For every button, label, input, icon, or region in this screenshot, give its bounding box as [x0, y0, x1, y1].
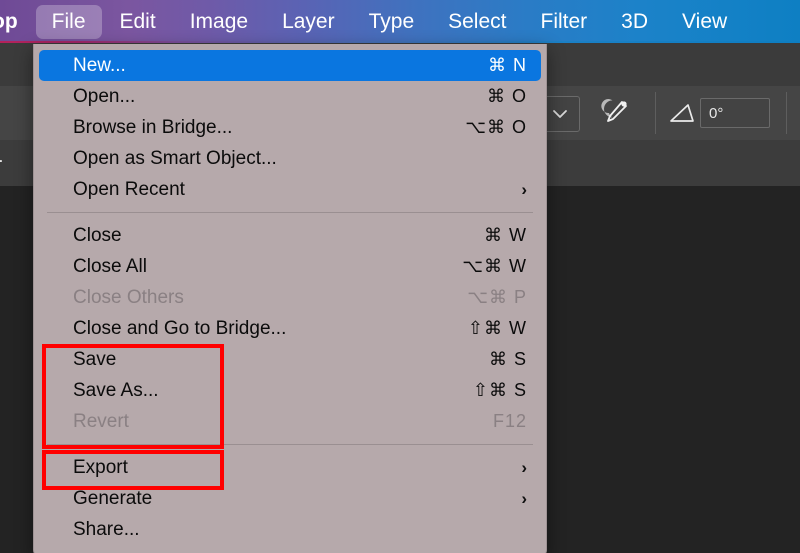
menu-item-export[interactable]: Export › [39, 452, 541, 483]
menu-item-shortcut: ⌥⌘ W [462, 256, 527, 276]
menubar-item-layer[interactable]: Layer [266, 5, 351, 39]
menu-item-generate[interactable]: Generate › [39, 483, 541, 514]
menu-item-save-as[interactable]: Save As... ⇧⌘ S [39, 375, 541, 406]
menu-item-shortcut: ⇧⌘ S [472, 380, 527, 400]
menu-item-shortcut: ⌘ S [488, 349, 527, 369]
menu-item-label: Open as Smart Object... [73, 147, 277, 169]
submenu-chevron-icon: › [521, 458, 527, 477]
menubar-item-op[interactable]: op [0, 5, 34, 39]
menu-item-shortcut: ⌥⌘ O [465, 117, 527, 137]
menu-item-label: New... [73, 54, 126, 76]
brush-preset-icon[interactable] [596, 97, 632, 129]
menu-item-label: Close [73, 224, 122, 246]
menubar-item-image[interactable]: Image [174, 5, 264, 39]
menu-item-browse-in-bridge[interactable]: Browse in Bridge... ⌥⌘ O [39, 112, 541, 143]
menu-bar-underline [0, 41, 800, 43]
menu-item-label: Browse in Bridge... [73, 116, 233, 138]
menu-item-label: Save As... [73, 379, 159, 401]
menu-item-shortcut: F12 [492, 411, 527, 431]
menubar-item-edit[interactable]: Edit [104, 5, 172, 39]
menu-item-close[interactable]: Close ⌘ W [39, 220, 541, 251]
file-menu-list: New... ⌘ N Open... ⌘ O Browse in Bridge... ⌥⌘… [34, 44, 546, 545]
submenu-chevron-icon: › [521, 180, 527, 199]
menu-item-label: Revert [73, 410, 129, 432]
menu-item-open-as-smart-object[interactable]: Open as Smart Object... [39, 143, 541, 174]
menu-item-shortcut: ⇧⌘ W [467, 318, 527, 338]
screenshot-root: ed- 0° opFileEditImageLayerTypeSelectFil… [0, 0, 800, 553]
menu-item-shortcut: ⌘ O [486, 86, 527, 106]
menu-item-label: Share... [73, 518, 140, 540]
menu-item-shortcut: ⌘ N [488, 55, 527, 75]
menubar-item-select[interactable]: Select [432, 5, 522, 39]
menu-item-close-others: Close Others ⌥⌘ P [39, 282, 541, 313]
menu-item-revert: Revert F12 [39, 406, 541, 437]
menu-item-open-recent[interactable]: Open Recent › [39, 174, 541, 205]
menubar-item-3d[interactable]: 3D [605, 5, 664, 39]
menu-item-close-and-go-to-bridge[interactable]: Close and Go to Bridge... ⇧⌘ W [39, 313, 541, 344]
file-menu-panel: New... ⌘ N Open... ⌘ O Browse in Bridge... ⌥⌘… [33, 44, 547, 553]
menubar-item-filter[interactable]: Filter [525, 5, 604, 39]
submenu-chevron-icon: › [521, 489, 527, 508]
menu-separator [47, 444, 533, 445]
menu-item-save[interactable]: Save ⌘ S [39, 344, 541, 375]
angle-icon [668, 100, 696, 126]
options-bar-separator [655, 92, 656, 134]
menu-item-shortcut: ⌘ W [484, 225, 527, 245]
menu-separator [47, 212, 533, 213]
menubar-item-type[interactable]: Type [353, 5, 431, 39]
menubar-item-file[interactable]: File [35, 4, 102, 39]
menu-item-label: Open... [73, 85, 136, 107]
options-bar-separator-2 [786, 92, 787, 134]
angle-input[interactable]: 0° [700, 98, 770, 128]
menu-item-close-all[interactable]: Close All ⌥⌘ W [39, 251, 541, 282]
menu-item-label: Close Others [73, 286, 184, 308]
menu-item-open[interactable]: Open... ⌘ O [39, 81, 541, 112]
chevron-down-icon [552, 109, 568, 119]
menu-item-label: Generate [73, 487, 153, 509]
menu-item-share[interactable]: Share... [39, 514, 541, 545]
menubar-item-view[interactable]: View [666, 5, 743, 39]
menu-item-label: Open Recent [73, 178, 185, 200]
menu-item-label: Close All [73, 255, 147, 277]
document-tab-label[interactable]: ed- [0, 152, 3, 170]
menu-item-label: Close and Go to Bridge... [73, 317, 287, 339]
menu-item-label: Save [73, 348, 117, 370]
menu-item-label: Export [73, 456, 128, 478]
menu-bar: opFileEditImageLayerTypeSelectFilter3DVi… [0, 0, 800, 43]
menu-item-new[interactable]: New... ⌘ N [39, 50, 541, 81]
menu-item-shortcut: ⌥⌘ P [467, 287, 527, 307]
